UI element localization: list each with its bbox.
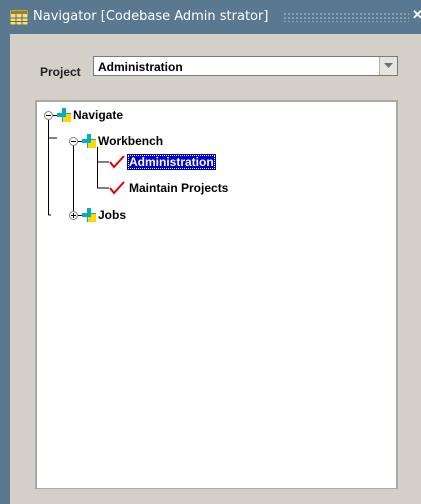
tree-label-maintain-projects: Maintain Projects — [129, 181, 229, 195]
cross-icon — [57, 108, 71, 122]
grid-app-icon — [10, 10, 28, 25]
tree-connector-lines — [48, 120, 109, 216]
tree-label-navigate: Navigate — [73, 108, 124, 122]
cross-icon — [82, 134, 96, 148]
panel-bottom-edge — [10, 489, 421, 504]
navigator-window: Navigator [Codebase Admin strator] ✕ Pro… — [0, 0, 421, 504]
tree-item-administration[interactable]: Administration — [109, 154, 216, 170]
tree-node-navigate[interactable]: Navigate — [44, 107, 125, 123]
close-icon[interactable]: ✕ — [412, 7, 421, 25]
navigation-tree[interactable]: Navigate Workbench Administration Mainta… — [35, 100, 398, 490]
collapse-icon[interactable] — [44, 110, 53, 120]
tree-node-jobs[interactable]: Jobs — [69, 207, 128, 223]
tree-item-maintain-projects[interactable]: Maintain Projects — [109, 180, 230, 196]
project-select-value: Administration — [98, 60, 183, 74]
project-select[interactable]: Administration — [93, 56, 398, 76]
tree-node-workbench[interactable]: Workbench — [69, 133, 165, 149]
window-title: Navigator [Codebase Admin strator] — [33, 9, 269, 24]
navigator-panel: Project Administration Navigate Workbenc… — [10, 34, 421, 490]
checkmark-icon — [109, 181, 125, 195]
tree-label-administration: Administration — [127, 154, 216, 170]
collapse-icon[interactable] — [69, 136, 78, 146]
dropdown-button[interactable] — [379, 57, 397, 75]
cross-icon — [82, 208, 96, 222]
checkmark-icon — [109, 155, 125, 169]
title-bar[interactable]: Navigator [Codebase Admin strator] ✕ — [0, 0, 421, 34]
expand-icon[interactable] — [69, 210, 78, 220]
project-label: Project — [40, 65, 81, 79]
tree-label-jobs: Jobs — [98, 208, 127, 222]
titlebar-grip — [283, 12, 409, 22]
tree-label-workbench: Workbench — [98, 134, 164, 148]
chevron-down-icon — [384, 63, 393, 68]
